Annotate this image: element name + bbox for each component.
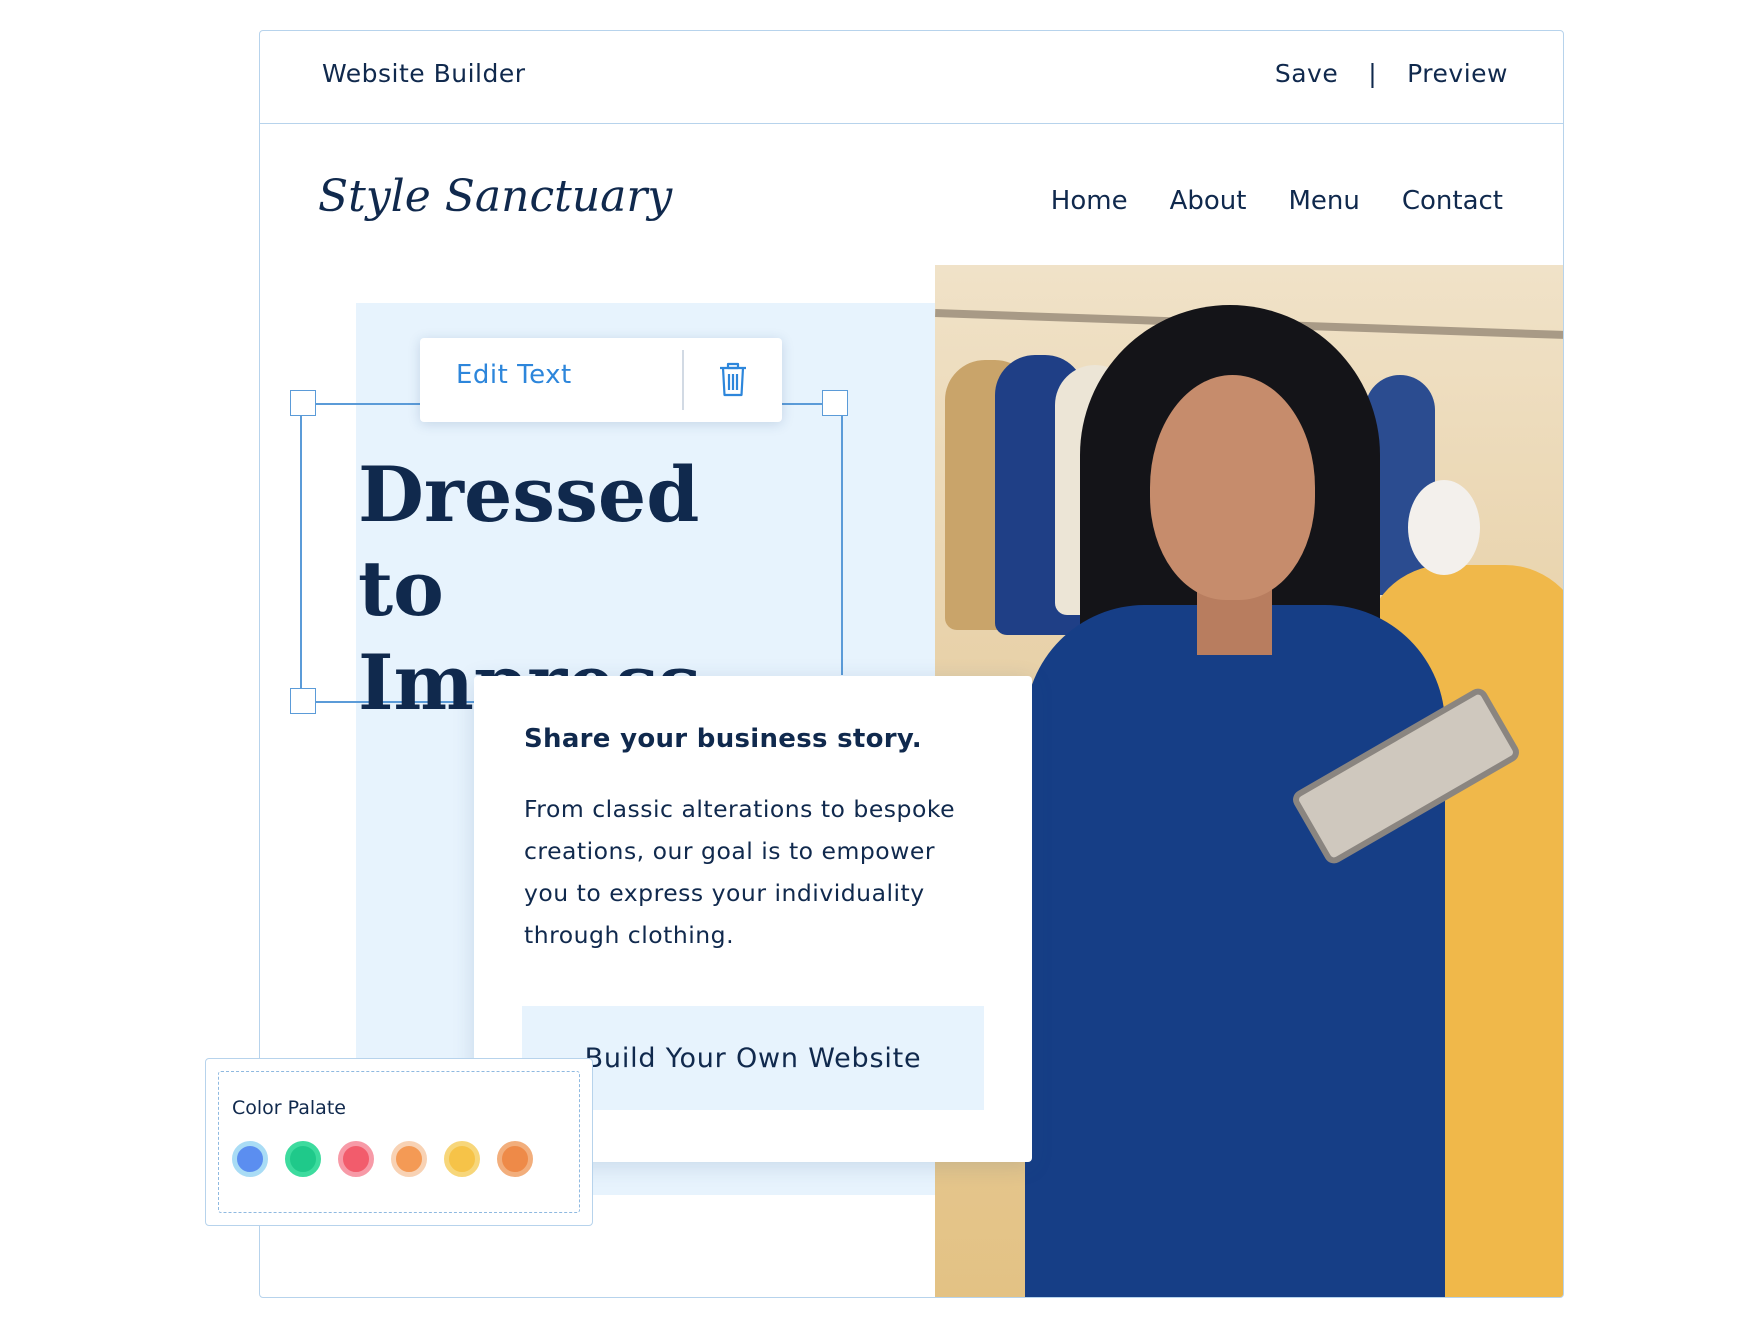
save-button[interactable]: Save (1275, 59, 1338, 88)
edit-toolbar: Edit Text (420, 338, 782, 422)
color-swatch[interactable] (232, 1141, 268, 1177)
color-swatch[interactable] (391, 1141, 427, 1177)
woman-dress (1025, 605, 1445, 1297)
nav-home[interactable]: Home (1051, 186, 1128, 216)
resize-handle-top-right[interactable] (822, 390, 848, 416)
color-palette-panel: Color Palate (205, 1058, 593, 1226)
palette-title: Color Palate (232, 1097, 346, 1119)
headline-line: Dressed to (358, 450, 700, 633)
top-actions: Save | Preview (1275, 59, 1508, 88)
builder-toolbar: Website Builder Save | Preview (260, 31, 1563, 124)
edit-text-button[interactable]: Edit Text (456, 360, 572, 390)
mannequin (1408, 480, 1480, 575)
color-swatches (232, 1141, 533, 1177)
app-title: Website Builder (322, 59, 526, 88)
woman-face (1150, 375, 1315, 600)
color-swatch[interactable] (444, 1141, 480, 1177)
nav-menu[interactable]: Menu (1288, 186, 1359, 216)
selection-border-right (841, 405, 843, 675)
story-body[interactable]: From classic alterations to bespoke crea… (524, 788, 984, 956)
resize-handle-top-left[interactable] (290, 390, 316, 416)
color-swatch[interactable] (497, 1141, 533, 1177)
preview-button[interactable]: Preview (1407, 59, 1508, 88)
color-swatch[interactable] (285, 1141, 321, 1177)
color-swatch[interactable] (338, 1141, 374, 1177)
nav-contact[interactable]: Contact (1402, 186, 1503, 216)
nav-about[interactable]: About (1170, 186, 1247, 216)
action-separator: | (1368, 59, 1378, 88)
site-logo[interactable]: Style Sanctuary (318, 171, 672, 222)
trash-icon[interactable] (718, 360, 748, 402)
story-title[interactable]: Share your business story. (524, 724, 922, 754)
resize-handle-bottom-left[interactable] (290, 688, 316, 714)
site-nav: Home About Menu Contact (1051, 186, 1503, 216)
toolbar-divider (682, 350, 684, 410)
selection-border-top (300, 403, 422, 405)
selection-border-left (300, 405, 302, 703)
